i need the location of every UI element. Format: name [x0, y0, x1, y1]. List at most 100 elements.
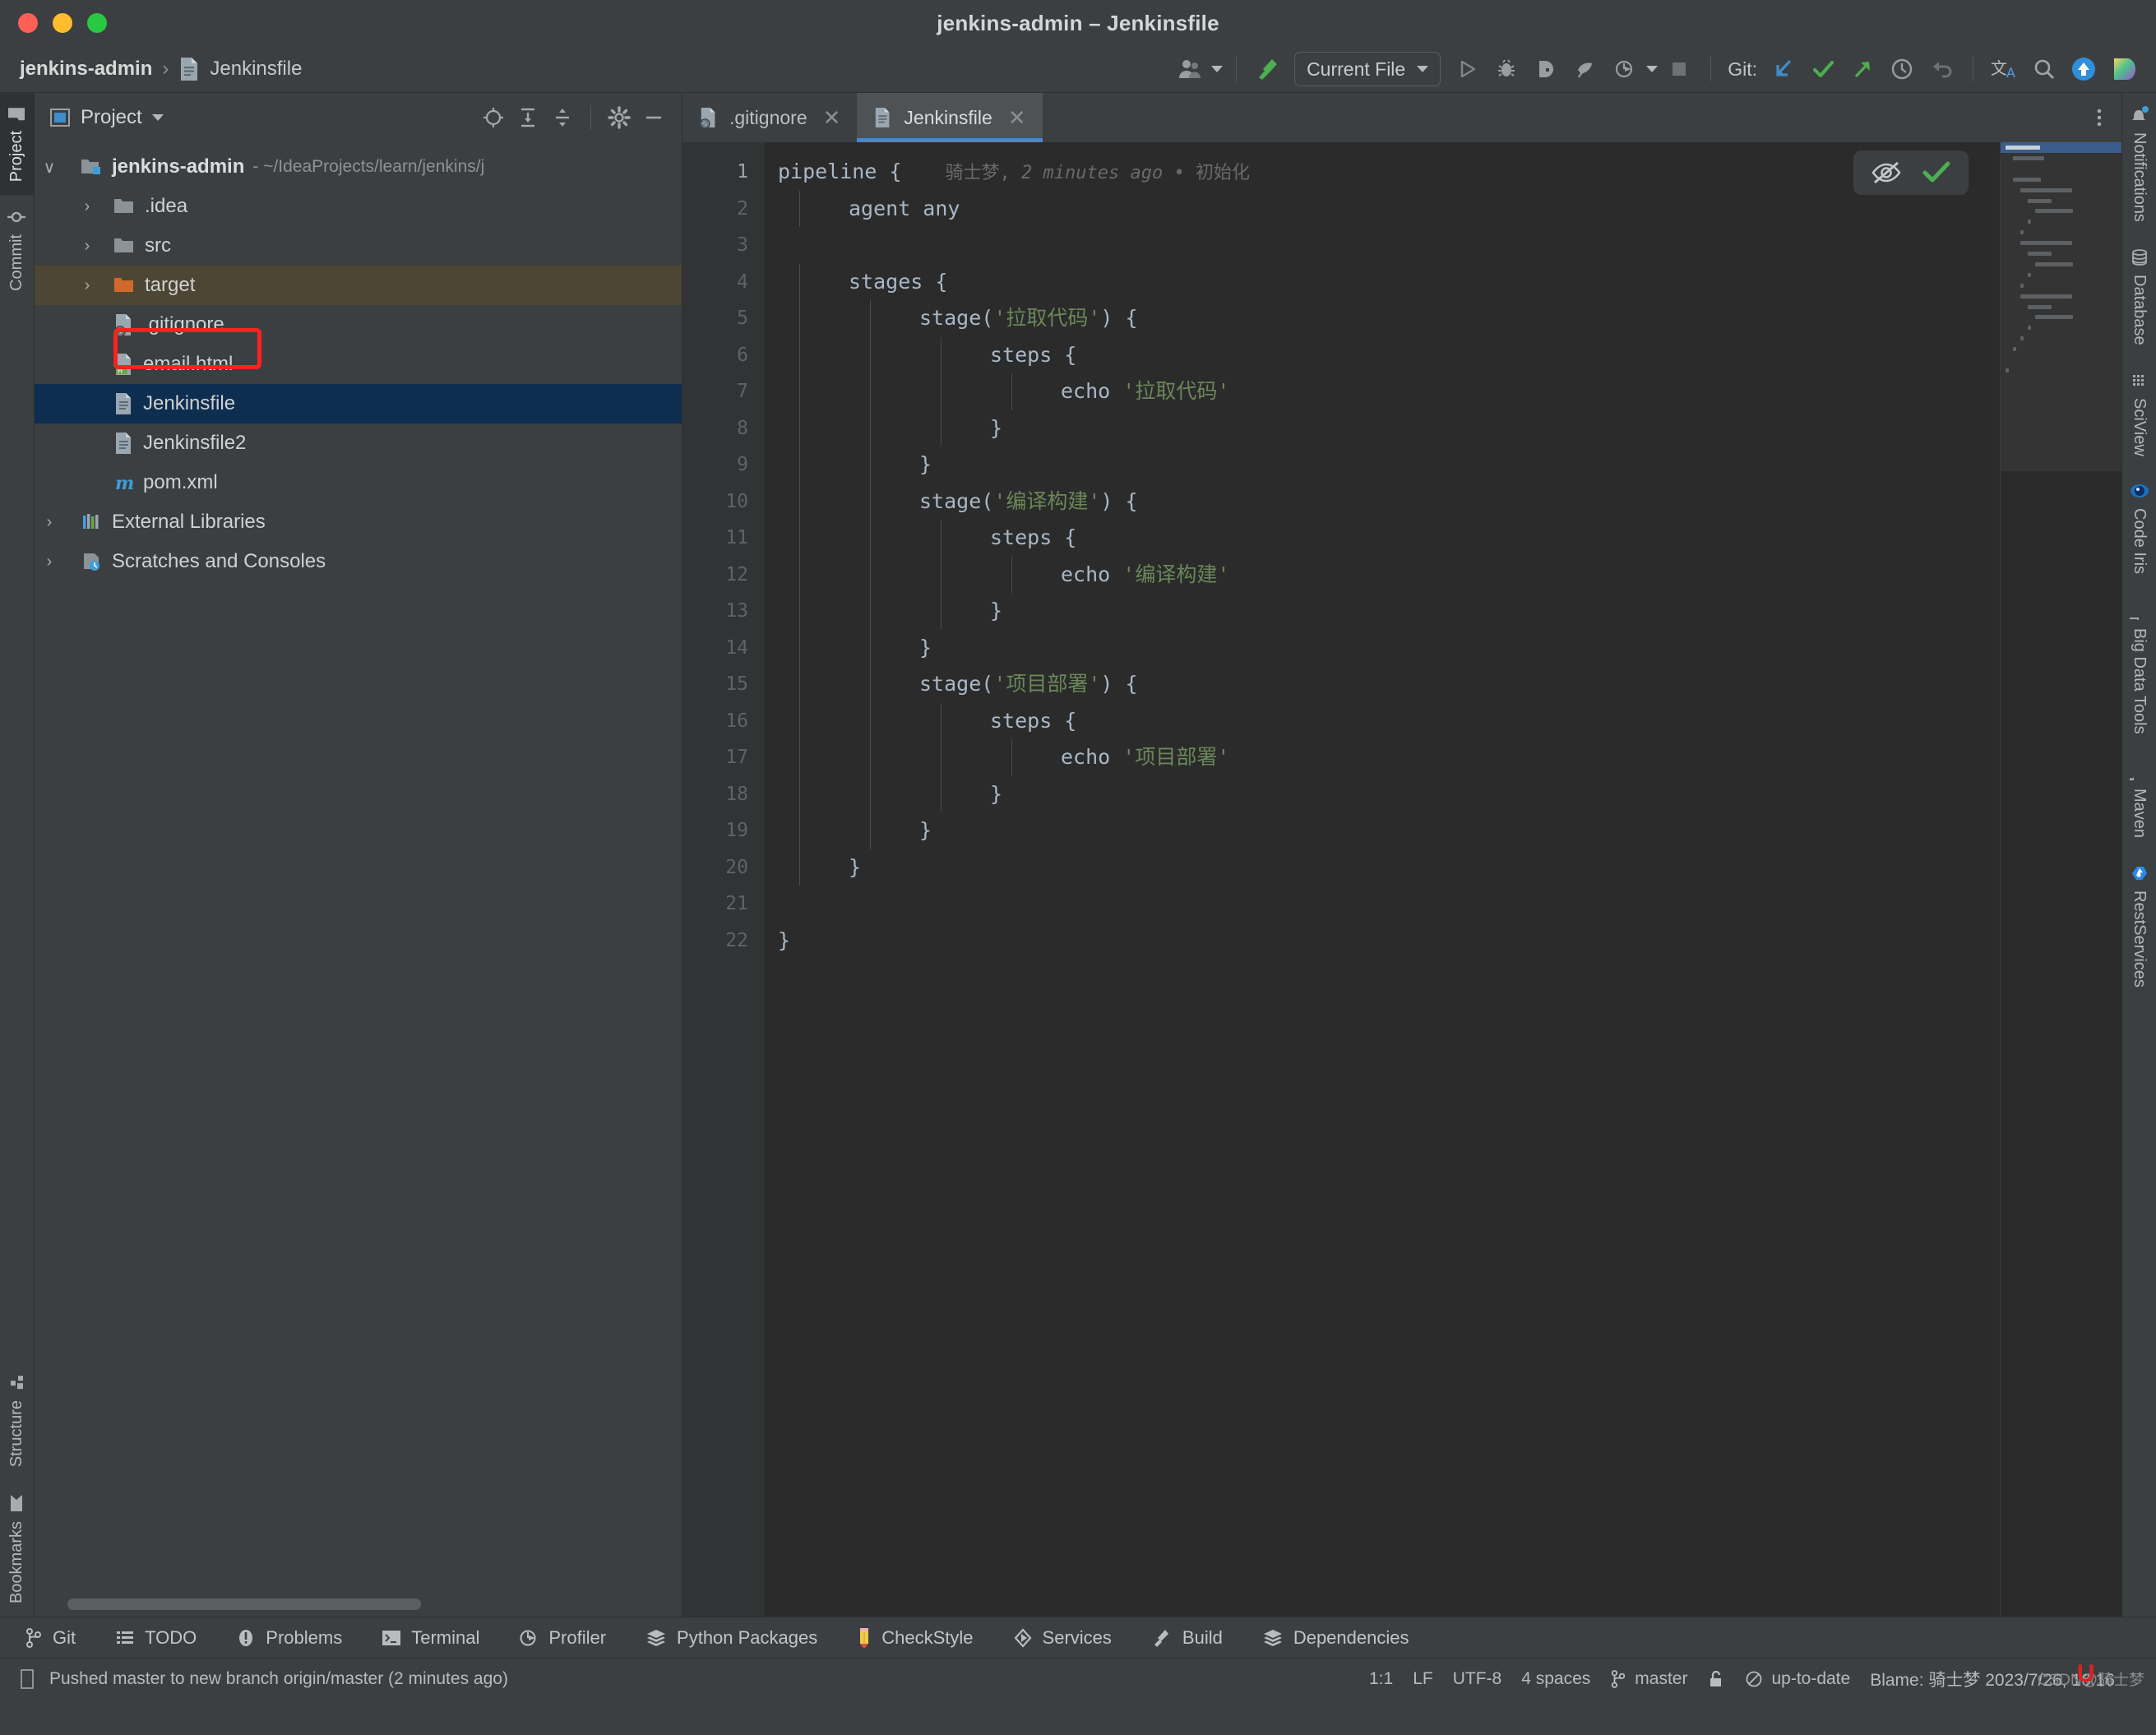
chevron-down-icon[interactable]: ∨ [35, 157, 64, 178]
code-line[interactable]: } [765, 446, 2121, 483]
unlocked-icon[interactable] [1707, 1668, 1725, 1690]
sidebar-item-maven[interactable]: m Maven [2122, 747, 2156, 851]
sidebar-item-notifications[interactable]: Notifications [2122, 93, 2156, 235]
tree-node-src[interactable]: › src [35, 226, 682, 266]
bottom-item-terminal[interactable]: Terminal [382, 1627, 499, 1649]
tab-jenkinsfile[interactable]: Jenkinsfile ✕ [857, 93, 1043, 142]
sidebar-item-code-iris[interactable]: Code Iris [2122, 469, 2156, 587]
search-everywhere-icon[interactable] [2026, 51, 2062, 87]
code-line[interactable]: steps { [765, 702, 2121, 739]
bottom-item-dependencies[interactable]: Dependencies [1262, 1627, 1429, 1649]
sidebar-item-rest-services[interactable]: RestServices [2122, 851, 2156, 1001]
code-line[interactable]: } [765, 775, 2121, 812]
close-icon[interactable]: ✕ [1008, 105, 1026, 131]
git-history-icon[interactable] [1884, 51, 1920, 87]
run-configuration-selector[interactable]: Current File [1294, 52, 1441, 86]
code-line[interactable]: echo '拉取代码' [765, 373, 2121, 410]
inspection-status-widget[interactable]: up-to-date [1745, 1669, 1850, 1689]
code-line[interactable]: stage('编译构建') { [765, 483, 2121, 520]
bottom-item-checkstyle[interactable]: CheckStyle [857, 1626, 992, 1649]
code-line[interactable]: } [765, 849, 2121, 886]
tree-node-gitignore[interactable]: .gitignore [35, 305, 682, 345]
code-line[interactable]: stage('拉取代码') { [765, 300, 2121, 337]
window-controls[interactable] [18, 13, 107, 33]
line-separator[interactable]: LF [1413, 1669, 1433, 1689]
event-log-icon[interactable] [18, 1668, 36, 1690]
file-encoding[interactable]: UTF-8 [1453, 1669, 1502, 1689]
tree-node-scratches-and-consoles[interactable]: › Scratches and Consoles [35, 542, 682, 581]
sidebar-item-commit[interactable]: Commit [0, 195, 34, 304]
code-line[interactable]: } [765, 593, 2121, 630]
updates-icon[interactable] [2066, 51, 2102, 87]
git-branch-widget[interactable]: master [1610, 1669, 1687, 1689]
caret-position[interactable]: 1:1 [1369, 1669, 1393, 1689]
tree-node-external-libraries[interactable]: › External Libraries [35, 502, 682, 542]
sidebar-item-database[interactable]: Database [2122, 235, 2156, 359]
checkmark-green-icon[interactable] [1921, 159, 1952, 187]
more-run-options-icon[interactable] [1646, 66, 1659, 72]
code-line[interactable]: } [765, 629, 2121, 666]
code-line[interactable] [765, 227, 2121, 264]
code-line[interactable]: steps { [765, 520, 2121, 557]
tree-node-jenkinsfile[interactable]: Jenkinsfile [35, 384, 682, 423]
code-line[interactable]: agent any [765, 190, 2121, 227]
locate-icon[interactable] [477, 101, 510, 134]
chevron-right-icon[interactable]: › [72, 276, 102, 295]
code-content[interactable]: pipeline { 骑士梦, 2 minutes ago • 初始化 agent… [765, 154, 2121, 959]
breadcrumb-file[interactable]: Jenkinsfile [210, 58, 302, 81]
chevron-right-icon[interactable]: › [72, 197, 102, 216]
bottom-item-build[interactable]: Build [1151, 1627, 1242, 1649]
tree-node-pom-xml[interactable]: m pom.xml [35, 463, 682, 502]
breadcrumb-project[interactable]: jenkins-admin [20, 58, 152, 81]
code-line[interactable]: } [765, 409, 2121, 446]
tree-node-target[interactable]: › target [35, 266, 682, 305]
code-minimap[interactable] [2000, 142, 2121, 1617]
run-icon[interactable] [1449, 51, 1485, 87]
project-view-dropdown-icon[interactable] [151, 114, 164, 121]
sidebar-item-big-data-tools[interactable]: D Big Data Tools [2122, 587, 2156, 747]
project-panel-hscrollbar[interactable] [35, 1599, 682, 1617]
code-line[interactable]: } [765, 812, 2121, 849]
sidebar-item-structure[interactable]: Structure [0, 1361, 34, 1480]
code-line[interactable]: echo '项目部署' [765, 739, 2121, 776]
code-line[interactable]: stages { [765, 263, 2121, 300]
bottom-item-todo[interactable]: TODO [115, 1627, 216, 1649]
close-window-button[interactable] [18, 13, 38, 33]
chevron-right-icon[interactable]: › [72, 237, 102, 256]
run-dropdown-icon[interactable] [1607, 51, 1643, 87]
translate-icon[interactable]: 文A [1987, 51, 2023, 87]
code-area[interactable]: pipeline { 骑士梦, 2 minutes ago • 初始化 agent… [765, 142, 2121, 1617]
project-panel-hscrollbar-thumb[interactable] [67, 1599, 421, 1610]
git-push-icon[interactable] [1844, 51, 1881, 87]
bottom-item-python-packages[interactable]: Python Packages [645, 1627, 837, 1649]
tab-gitignore[interactable]: .gitignore ✕ [682, 93, 857, 142]
tree-node-jenkins-admin[interactable]: ∨ jenkins-admin - ~/IdeaProjects/learn/j… [35, 147, 682, 187]
code-line[interactable]: echo '编译构建' [765, 556, 2121, 593]
tree-node-idea[interactable]: › .idea [35, 187, 682, 226]
git-update-icon[interactable] [1765, 51, 1802, 87]
project-panel-title[interactable]: Project [49, 106, 164, 129]
user-account-icon[interactable] [1172, 51, 1208, 87]
close-icon[interactable]: ✕ [823, 105, 841, 131]
maximize-window-button[interactable] [87, 13, 107, 33]
code-line[interactable] [765, 886, 2121, 923]
editor-tab-options[interactable] [2087, 93, 2121, 142]
code-line[interactable]: stage('项目部署') { [765, 666, 2121, 703]
chevron-right-icon[interactable]: › [35, 513, 64, 532]
git-rollback-icon[interactable] [1923, 51, 1959, 87]
build-hammer-icon[interactable] [1250, 51, 1286, 87]
collapse-all-icon[interactable] [546, 101, 579, 134]
user-account-dropdown-icon[interactable] [1211, 66, 1224, 72]
sidebar-item-bookmarks[interactable]: Bookmarks [0, 1480, 34, 1617]
git-commit-icon[interactable] [1805, 51, 1841, 87]
expand-all-icon[interactable] [511, 101, 544, 134]
bottom-item-services[interactable]: Services [1013, 1627, 1131, 1649]
bottom-item-problems[interactable]: Problems [236, 1627, 362, 1649]
sidebar-item-project[interactable]: Project [0, 93, 34, 196]
run-with-coverage-icon[interactable] [1528, 51, 1564, 87]
ide-feature-icon[interactable] [2105, 51, 2141, 87]
hide-panel-icon[interactable] [637, 101, 670, 134]
stop-icon[interactable] [1661, 51, 1697, 87]
code-line[interactable]: } [765, 923, 2121, 960]
indent-setting[interactable]: 4 spaces [1521, 1669, 1590, 1689]
